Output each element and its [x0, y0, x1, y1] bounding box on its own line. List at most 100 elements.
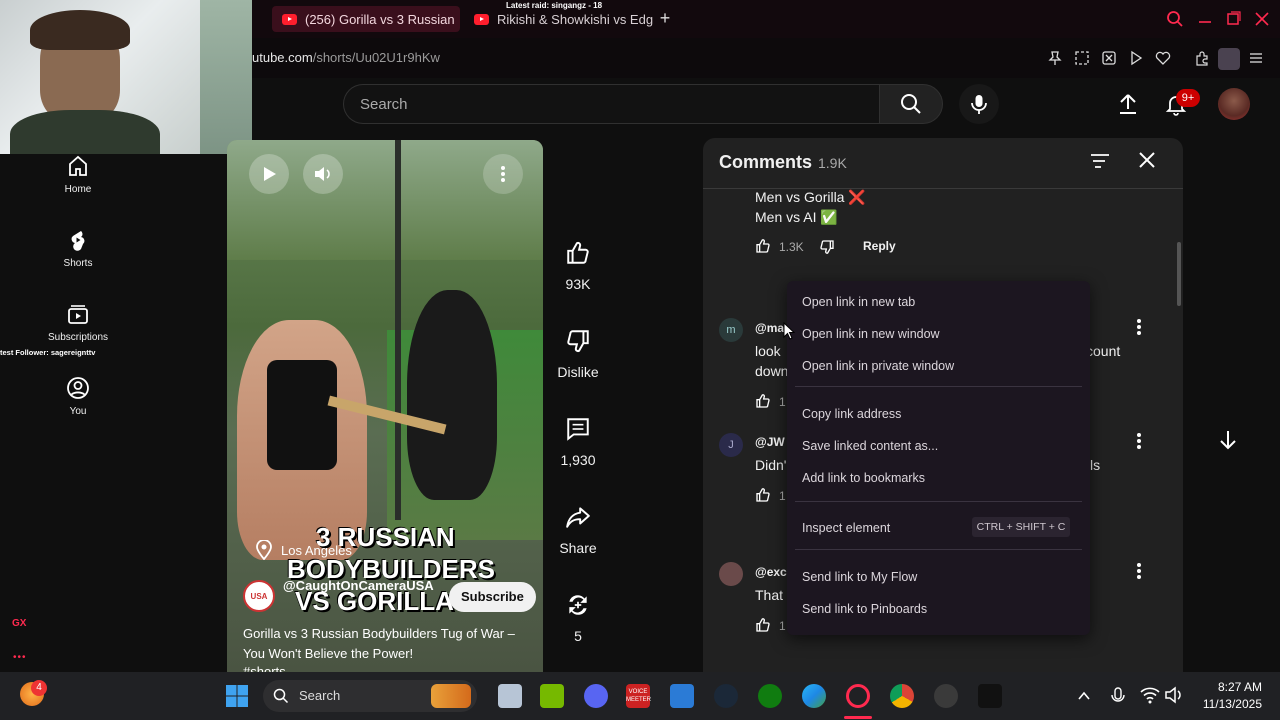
- short-video-player[interactable]: 3 RUSSIAN BODYBUILDERS VS GORILLA Los An…: [227, 140, 543, 672]
- comment-dislike-icon[interactable]: [819, 239, 835, 255]
- short-hashtag[interactable]: #shorts: [243, 664, 286, 672]
- windows-taskbar: 4 Search VOICE MEETER 8:27 AM 11/13/2025: [0, 672, 1280, 720]
- profile-avatar[interactable]: [1218, 48, 1240, 70]
- comment-like-icon[interactable]: [755, 487, 771, 503]
- menu-open-private-window[interactable]: Open link in private window: [802, 359, 954, 373]
- search-tabs-icon[interactable]: [1166, 10, 1184, 28]
- pin-icon[interactable]: [1047, 50, 1063, 66]
- nav-shorts[interactable]: Shorts: [40, 228, 116, 284]
- search-highlight-icon: [431, 684, 471, 708]
- nav-home[interactable]: Home: [40, 154, 116, 210]
- comment-handle[interactable]: @exc: [755, 565, 787, 579]
- tab-rikishi[interactable]: Rikishi & Showkishi vs Edg: [464, 6, 654, 32]
- menu-save-linked[interactable]: Save linked content as...: [802, 439, 938, 453]
- comments-scrollbar[interactable]: [1177, 242, 1181, 306]
- taskbar-search-box[interactable]: Search: [263, 680, 477, 712]
- obs-icon[interactable]: [934, 684, 958, 708]
- opera-gx-icon[interactable]: [846, 684, 870, 708]
- comment-like-icon[interactable]: [755, 617, 771, 633]
- comment-handle[interactable]: @ma: [755, 321, 784, 335]
- chrome-icon[interactable]: [890, 684, 914, 708]
- menu-send-pinboards[interactable]: Send link to Pinboards: [802, 602, 927, 616]
- heart-icon[interactable]: [1155, 50, 1171, 66]
- snapshot-icon[interactable]: [1074, 50, 1090, 66]
- minimize-icon[interactable]: [1196, 10, 1214, 28]
- close-window-icon[interactable]: [1253, 10, 1271, 28]
- comment-avatar[interactable]: [719, 562, 743, 586]
- channel-handle[interactable]: @CaughtOnCameraUSA: [283, 578, 434, 593]
- location-pin-icon: [256, 540, 272, 560]
- share-button[interactable]: Share: [548, 504, 608, 556]
- comment-text: That: [755, 587, 784, 603]
- voice-search-button[interactable]: [959, 84, 999, 124]
- comment-menu-icon[interactable]: [1131, 432, 1147, 450]
- subscribe-button[interactable]: Subscribe: [449, 582, 536, 612]
- widget-badge: 4: [31, 680, 47, 696]
- channel-avatar[interactable]: USA: [243, 580, 275, 612]
- wifi-icon[interactable]: [1140, 686, 1160, 704]
- notifications-badge: 9+: [1176, 89, 1200, 107]
- extensions-icon[interactable]: [1194, 50, 1210, 66]
- steam-icon[interactable]: [714, 684, 738, 708]
- menu-add-bookmarks[interactable]: Add link to bookmarks: [802, 471, 925, 485]
- reply-button[interactable]: Reply: [863, 239, 896, 253]
- edge-icon[interactable]: [802, 684, 826, 708]
- url-path: /shorts/Uu02U1r9hKw: [312, 50, 440, 65]
- like-button[interactable]: 93K: [548, 240, 608, 292]
- nav-you[interactable]: You: [40, 376, 116, 432]
- chevron-up-icon[interactable]: [1076, 688, 1092, 704]
- menu-open-new-tab[interactable]: Open link in new tab: [802, 295, 915, 309]
- video-more-button[interactable]: [483, 154, 523, 194]
- account-avatar[interactable]: [1218, 88, 1250, 120]
- adblock-icon[interactable]: [1101, 50, 1117, 66]
- comments-count-header: 1.9K: [818, 155, 847, 171]
- clock-time[interactable]: 8:27 AM: [1196, 680, 1262, 694]
- volume-button[interactable]: [303, 154, 343, 194]
- clock-date[interactable]: 11/13/2025: [1190, 697, 1262, 711]
- new-tab-button[interactable]: +: [656, 9, 674, 28]
- location-tag[interactable]: Los Angeles: [255, 540, 352, 560]
- comment-like-count: 1: [779, 489, 786, 503]
- player-icon[interactable]: [1128, 50, 1144, 66]
- play-button[interactable]: [249, 154, 289, 194]
- windows-start-icon[interactable]: [225, 684, 249, 708]
- comment-like-icon[interactable]: [755, 393, 771, 409]
- comment-like-icon[interactable]: [755, 238, 771, 254]
- call-of-duty-icon[interactable]: [978, 684, 1002, 708]
- menu-open-new-window[interactable]: Open link in new window: [802, 327, 940, 341]
- comment-text: Didn': [755, 457, 787, 473]
- easy-setup-icon[interactable]: [1248, 50, 1264, 66]
- upload-icon[interactable]: [1116, 92, 1140, 116]
- nvidia-icon[interactable]: [540, 684, 564, 708]
- comment-avatar[interactable]: J: [719, 433, 743, 457]
- thumbs-down-icon: [567, 330, 589, 352]
- remix-button[interactable]: 5: [548, 592, 608, 644]
- voicemeeter-icon[interactable]: VOICE MEETER: [626, 684, 651, 708]
- close-comments-icon[interactable]: [1137, 150, 1157, 170]
- comment-menu-icon[interactable]: [1131, 318, 1147, 336]
- comment-handle[interactable]: @JW: [755, 435, 785, 449]
- volume-icon[interactable]: [1164, 686, 1184, 704]
- url-field[interactable]: utube.com/shorts/Uu02U1r9hKw: [252, 50, 440, 65]
- menu-send-flow[interactable]: Send link to My Flow: [802, 570, 917, 584]
- more-dots-icon[interactable]: •••: [13, 652, 27, 663]
- comment-like-count: 1: [779, 395, 786, 409]
- search-input[interactable]: Search: [343, 84, 880, 124]
- tab-gorilla[interactable]: (256) Gorilla vs 3 Russian: [272, 6, 460, 32]
- microphone-icon[interactable]: [1110, 686, 1126, 706]
- dislike-button[interactable]: Dislike: [548, 328, 608, 380]
- short-title[interactable]: Gorilla vs 3 Russian Bodybuilders Tug of…: [243, 624, 533, 664]
- comment-menu-icon[interactable]: [1131, 562, 1147, 580]
- file-explorer-icon[interactable]: [498, 684, 522, 708]
- arrow-down-icon[interactable]: [1216, 428, 1240, 452]
- discord-icon[interactable]: [584, 684, 608, 708]
- menu-inspect-element[interactable]: Inspect element: [802, 521, 890, 535]
- menu-copy-link[interactable]: Copy link address: [802, 407, 901, 421]
- comments-button[interactable]: 1,930: [548, 416, 608, 468]
- xbox-icon[interactable]: [758, 684, 782, 708]
- comment-avatar[interactable]: m: [719, 318, 743, 342]
- maximize-icon[interactable]: [1224, 10, 1242, 28]
- sort-icon[interactable]: [1089, 150, 1111, 172]
- search-button[interactable]: [879, 84, 943, 124]
- photos-icon[interactable]: [670, 684, 694, 708]
